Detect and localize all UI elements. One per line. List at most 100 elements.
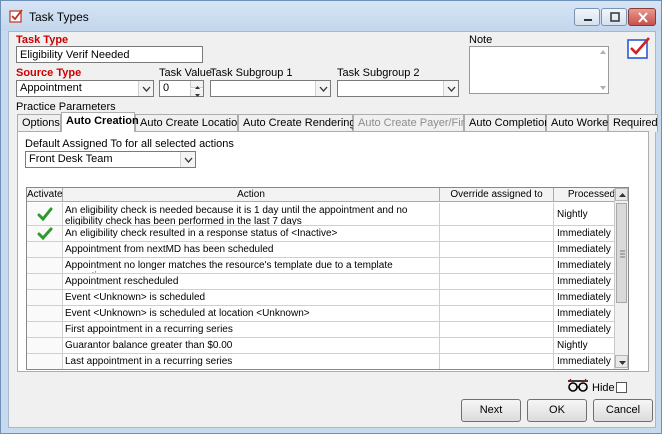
activate-cell[interactable] <box>27 258 63 273</box>
title-bar[interactable]: Task Types <box>1 1 661 31</box>
spin-down-icon[interactable] <box>190 89 203 97</box>
grid-scrollbar[interactable] <box>614 188 628 369</box>
default-assigned-label: Default Assigned To for all selected act… <box>25 138 234 150</box>
task-checkbox-icon <box>9 9 23 23</box>
scroll-up-button[interactable] <box>615 188 628 201</box>
next-button[interactable]: Next <box>461 399 521 422</box>
checkmark-icon <box>37 207 53 222</box>
task-value-spinner[interactable]: 0 <box>159 80 204 97</box>
override-cell[interactable] <box>440 322 554 337</box>
table-row[interactable]: An eligibility check resulted in a respo… <box>27 226 628 242</box>
tab-auto-creation[interactable]: Auto Creation <box>61 112 139 132</box>
action-cell: Appointment from nextMD has been schedul… <box>63 242 440 257</box>
hide-glasses-icon <box>568 378 588 392</box>
column-header-action[interactable]: Action <box>63 188 440 202</box>
table-row[interactable]: Last appointment in a recurring series I… <box>27 354 628 369</box>
maximize-button[interactable] <box>601 8 627 26</box>
activate-cell[interactable] <box>27 338 63 353</box>
table-row[interactable]: Appointment rescheduled Immediately <box>27 274 628 290</box>
override-cell[interactable] <box>440 203 554 225</box>
chevron-down-icon[interactable] <box>180 152 195 167</box>
table-row[interactable]: Event <Unknown> is scheduled at location… <box>27 306 628 322</box>
subgroup1-select[interactable] <box>210 80 331 97</box>
tab-auto-create-location[interactable]: Auto Create Location <box>135 114 243 132</box>
cancel-button[interactable]: Cancel <box>593 399 653 422</box>
override-cell[interactable] <box>440 258 554 273</box>
scroll-down-button[interactable] <box>615 355 628 368</box>
actions-grid: Activate Action Override assigned to Pro… <box>26 187 629 370</box>
override-cell[interactable] <box>440 274 554 289</box>
default-assigned-select[interactable]: Front Desk Team <box>25 151 196 168</box>
table-row[interactable]: An eligibility check is needed because i… <box>27 203 628 226</box>
arrow-up-icon <box>619 193 626 197</box>
tab-auto-worker[interactable]: Auto Worker <box>546 114 612 132</box>
chevron-down-icon[interactable] <box>138 81 153 96</box>
action-cell: Last appointment in a recurring series <box>63 354 440 369</box>
task-type-label: Task Type <box>16 34 69 46</box>
chevron-down-icon[interactable] <box>315 81 330 96</box>
ok-button[interactable]: OK <box>527 399 587 422</box>
task-checklist-icon[interactable] <box>627 37 651 59</box>
override-cell[interactable] <box>440 242 554 257</box>
activate-cell[interactable] <box>27 306 63 321</box>
activate-cell[interactable] <box>27 290 63 305</box>
scroll-up-icon <box>600 50 606 54</box>
action-cell: Event <Unknown> is scheduled at location… <box>63 306 440 321</box>
arrow-down-icon <box>619 361 626 365</box>
action-cell: First appointment in a recurring series <box>63 322 440 337</box>
column-header-override[interactable]: Override assigned to <box>440 188 554 202</box>
task-value-value: 0 <box>163 82 170 94</box>
action-cell: An eligibility check is needed because i… <box>63 203 440 225</box>
tab-auto-completion[interactable]: Auto Completion <box>464 114 550 132</box>
window-title: Task Types <box>29 10 89 24</box>
subgroup2-select[interactable] <box>337 80 459 97</box>
source-type-value: Appointment <box>20 82 82 94</box>
minimize-button[interactable] <box>574 8 600 26</box>
task-value-label: Task Value <box>159 67 212 79</box>
override-cell[interactable] <box>440 338 554 353</box>
action-cell: Guarantor balance greater than $0.00 <box>63 338 440 353</box>
activate-cell[interactable] <box>27 226 63 241</box>
chevron-down-icon[interactable] <box>443 81 458 96</box>
hide-checkbox[interactable] <box>616 382 627 393</box>
note-textarea[interactable] <box>469 46 609 94</box>
activate-cell[interactable] <box>27 274 63 289</box>
activate-cell[interactable] <box>27 242 63 257</box>
activate-cell[interactable] <box>27 322 63 337</box>
task-types-window: Task Types Task Type Eligibility Verif N… <box>0 0 662 434</box>
action-cell: Appointment rescheduled <box>63 274 440 289</box>
note-label: Note <box>469 34 493 46</box>
activate-cell[interactable] <box>27 203 63 225</box>
action-cell: An eligibility check resulted in a respo… <box>63 226 440 241</box>
task-type-input[interactable]: Eligibility Verif Needed <box>16 46 203 63</box>
subgroup1-label: Task Subgroup 1 <box>210 67 293 79</box>
maximize-icon <box>610 12 620 22</box>
override-cell[interactable] <box>440 226 554 241</box>
table-row[interactable]: Event <Unknown> is scheduled Immediately <box>27 290 628 306</box>
default-assigned-value: Front Desk Team <box>29 153 113 165</box>
grip-icon <box>620 250 625 258</box>
table-row[interactable]: Appointment from nextMD has been schedul… <box>27 242 628 258</box>
scroll-thumb[interactable] <box>616 203 627 303</box>
override-cell[interactable] <box>440 354 554 369</box>
close-icon <box>638 12 648 23</box>
subgroup2-label: Task Subgroup 2 <box>337 67 420 79</box>
tab-auto-create-payer: Auto Create Payer/Fin... <box>353 114 476 132</box>
table-row[interactable]: First appointment in a recurring series … <box>27 322 628 338</box>
table-row[interactable]: Appointment no longer matches the resour… <box>27 258 628 274</box>
tab-options[interactable]: Options <box>17 114 61 132</box>
table-row[interactable]: Guarantor balance greater than $0.00 Nig… <box>27 338 628 354</box>
source-type-select[interactable]: Appointment <box>16 80 154 97</box>
override-cell[interactable] <box>440 306 554 321</box>
action-cell: Event <Unknown> is scheduled <box>63 290 440 305</box>
override-cell[interactable] <box>440 290 554 305</box>
spin-up-icon[interactable] <box>190 81 203 89</box>
auto-creation-panel: Default Assigned To for all selected act… <box>17 131 649 372</box>
dialog-body: Task Type Eligibility Verif Needed Note … <box>8 31 658 428</box>
checkmark-icon <box>37 227 53 241</box>
close-button[interactable] <box>628 8 656 26</box>
tab-auto-create-rendering[interactable]: Auto Create Rendering <box>238 114 356 132</box>
activate-cell[interactable] <box>27 354 63 369</box>
tab-required[interactable]: Required <box>608 114 658 132</box>
column-header-activate[interactable]: Activate <box>27 188 63 202</box>
